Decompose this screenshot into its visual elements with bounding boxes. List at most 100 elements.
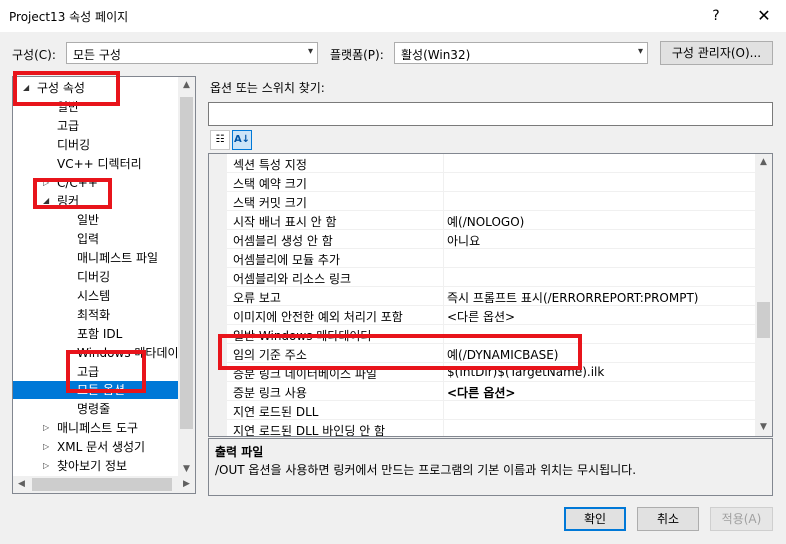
tree-item[interactable]: 최적화 [13, 306, 178, 324]
tree-item-label: 디버깅 [77, 270, 111, 284]
tree-item[interactable]: 입력 [13, 230, 178, 248]
ok-button[interactable]: 확인 [564, 507, 626, 531]
grid-vertical-scrollbar[interactable]: ▲ ▼ [755, 154, 772, 436]
tree-item[interactable]: 디버깅 [13, 268, 178, 286]
scroll-down-icon[interactable]: ▼ [755, 419, 772, 436]
row-gutter [209, 401, 227, 420]
row-gutter [209, 382, 227, 401]
tree-item[interactable]: 시스템 [13, 287, 178, 305]
column-divider [443, 211, 444, 230]
scroll-left-icon[interactable]: ◀ [13, 476, 30, 493]
sort-alphabetical-icon[interactable]: A↓ [232, 130, 252, 150]
tree-scroll-thumb[interactable] [180, 97, 193, 429]
property-row[interactable]: 섹션 특성 지정 [209, 154, 757, 173]
scroll-up-icon[interactable]: ▲ [755, 154, 772, 171]
tree-item[interactable]: 명령줄 [13, 400, 178, 418]
property-row[interactable]: 어셈블리에 모듈 추가 [209, 249, 757, 268]
grid-scroll-thumb[interactable] [757, 302, 770, 338]
tree-item[interactable]: ▷ 찾아보기 정보 [13, 457, 178, 475]
scroll-right-icon[interactable]: ▶ [178, 476, 195, 493]
tree-item[interactable]: 디버깅 [13, 136, 178, 154]
column-divider [443, 382, 444, 401]
cancel-button[interactable]: 취소 [637, 507, 699, 531]
property-row[interactable]: 스택 예약 크기 [209, 173, 757, 192]
highlight-box [66, 350, 146, 393]
tree-item[interactable]: VC++ 디렉터리 [13, 155, 178, 173]
property-name: 시작 배너 표시 안 함 [233, 215, 337, 229]
platform-label: 플랫폼(P): [330, 48, 384, 62]
tree-item-label: 고급 [57, 118, 80, 133]
property-name: 지연 로드된 DLL [233, 405, 319, 419]
tree-item-label: VC++ 디렉터리 [57, 156, 142, 171]
tree-item[interactable]: 포함 IDL [13, 325, 178, 343]
chevron-down-icon: ▾ [307, 46, 313, 57]
tree-hscroll-thumb[interactable] [32, 478, 172, 491]
tree-item-label: 매니페스트 도구 [57, 421, 139, 436]
expand-arrow-icon[interactable]: ▷ [43, 438, 49, 456]
tree-item-label: 매니페스트 파일 [77, 251, 159, 266]
row-gutter [209, 154, 227, 173]
property-name: 스택 예약 크기 [233, 177, 307, 191]
property-row[interactable]: 지연 로드된 DLL [209, 401, 757, 420]
property-row[interactable]: 어셈블리와 리소스 링크 [209, 268, 757, 287]
help-button[interactable]: ? [702, 4, 730, 28]
column-divider [443, 306, 444, 325]
search-input[interactable] [208, 102, 773, 126]
column-divider [443, 230, 444, 249]
categorized-view-icon[interactable]: ☷ [210, 130, 230, 150]
property-row[interactable]: 스택 커밋 크기 [209, 192, 757, 211]
tree-item[interactable]: ▷ 매니페스트 도구 [13, 419, 178, 437]
property-name: 어셈블리와 리소스 링크 [233, 272, 352, 286]
platform-select[interactable]: 활성(Win32) ▾ [394, 42, 648, 64]
config-value: 모든 구성 [73, 48, 121, 62]
config-select[interactable]: 모든 구성 ▾ [66, 42, 318, 64]
tree-item-label: 디버깅 [57, 137, 91, 152]
property-row[interactable]: 이미지에 안전한 예외 처리기 포함 <다른 옵션> [209, 306, 757, 325]
highlight-box [13, 71, 120, 106]
config-manager-button[interactable]: 구성 관리자(O)... [660, 41, 773, 65]
property-grid[interactable]: 섹션 특성 지정스택 예약 크기 스택 커밋 크기시작 배너 표시 안 함 예(/N… [208, 153, 773, 437]
property-row[interactable]: 지연 로드된 DLL 바인딩 안 함 [209, 420, 757, 437]
description-heading: 출력 파일 [215, 445, 264, 459]
property-row[interactable]: 증분 링크 사용 <다른 옵션> [209, 382, 757, 401]
tree-item[interactable]: 매니페스트 파일 [13, 249, 178, 267]
column-divider [443, 287, 444, 306]
expand-arrow-icon[interactable]: ▷ [43, 419, 49, 437]
settings-tree[interactable]: ◢ 구성 속성 일반 고급 디버깅 VC++ 디렉터리 ▷ C/C++ ◢ 링커 일반 입력 매니페스트… [12, 76, 196, 494]
scroll-up-icon[interactable]: ▲ [178, 77, 195, 94]
highlight-box [218, 334, 582, 370]
tree-vertical-scrollbar[interactable]: ▲ ▼ [178, 77, 195, 478]
property-row[interactable]: 오류 보고 즉시 프롬프트 표시(/ERRORREPORT:PROMPT) [209, 287, 757, 306]
row-gutter [209, 230, 227, 249]
property-value[interactable]: <다른 옵션> [447, 308, 515, 325]
property-value[interactable]: 즉시 프롬프트 표시(/ERRORREPORT:PROMPT) [447, 289, 698, 306]
search-label: 옵션 또는 스위치 찾기: [210, 81, 325, 95]
column-divider [443, 268, 444, 287]
row-gutter [209, 192, 227, 211]
column-divider [443, 420, 444, 436]
property-value[interactable]: <다른 옵션> [447, 384, 515, 401]
property-name: 지연 로드된 DLL 바인딩 안 함 [233, 424, 386, 437]
tree-item-label: 찾아보기 정보 [57, 459, 128, 473]
expand-arrow-icon[interactable]: ▷ [43, 457, 49, 475]
tree-item-label: 시스템 [77, 288, 111, 303]
property-name: 어셈블리에 모듈 추가 [233, 253, 340, 267]
config-label: 구성(C): [12, 48, 56, 62]
property-value[interactable]: 아니요 [447, 232, 480, 249]
column-divider [443, 249, 444, 268]
tree-item[interactable]: 고급 [13, 117, 178, 135]
tree-item-label: 입력 [77, 232, 100, 247]
tree-item[interactable]: ▷ XML 문서 생성기 [13, 438, 178, 456]
property-row[interactable]: 어셈블리 생성 안 함 아니요 [209, 230, 757, 249]
property-row[interactable]: 시작 배너 표시 안 함 예(/NOLOGO) [209, 211, 757, 230]
property-name: 어셈블리 생성 안 함 [233, 234, 333, 248]
tree-item[interactable]: 일반 [13, 211, 178, 229]
close-button[interactable]: ✕ [750, 4, 778, 28]
apply-button[interactable]: 적용(A) [710, 507, 773, 531]
property-value[interactable]: 예(/NOLOGO) [447, 213, 524, 230]
column-divider [443, 173, 444, 192]
column-divider [443, 401, 444, 420]
tree-horizontal-scrollbar[interactable]: ◀ ▶ [13, 476, 195, 493]
tree-item-label: 최적화 [77, 307, 111, 322]
row-gutter [209, 211, 227, 230]
